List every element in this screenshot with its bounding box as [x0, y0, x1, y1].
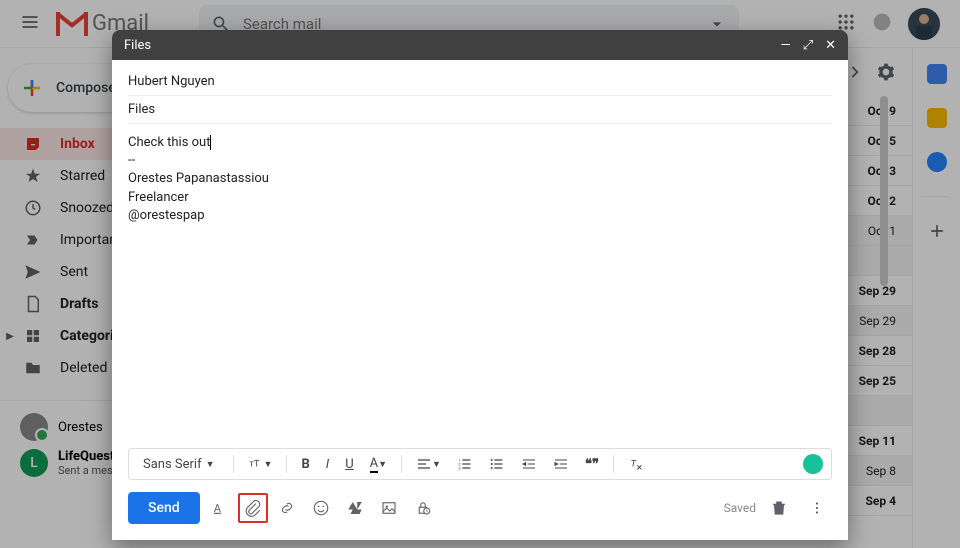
svg-text:тT: тT	[249, 459, 259, 470]
underline-icon[interactable]: U	[339, 453, 359, 476]
expand-icon[interactable]: ⤢	[803, 38, 813, 53]
compose-dialog: Files — ⤢ ✕ Hubert Nguyen Files Check th…	[112, 30, 848, 540]
font-select[interactable]: Sans Serif ▼	[137, 453, 221, 476]
format-toolbar: Sans Serif ▼ тT▼ B I U A▼ ▼ 123 ❝❞ T	[128, 448, 832, 480]
minimize-icon[interactable]: —	[781, 38, 791, 53]
text-color-icon[interactable]: A▼	[364, 452, 393, 477]
svg-text:A: A	[213, 502, 221, 515]
formatting-toggle-icon[interactable]: A	[204, 493, 234, 523]
svg-text:T: T	[631, 459, 637, 470]
bullet-list-icon[interactable]	[483, 452, 511, 476]
svg-text:3: 3	[458, 465, 460, 470]
image-icon[interactable]	[374, 493, 404, 523]
send-button[interactable]: Send	[128, 492, 200, 524]
subject-field[interactable]: Files	[128, 96, 832, 124]
bold-icon[interactable]: B	[295, 453, 315, 476]
dialog-header[interactable]: Files — ⤢ ✕	[112, 30, 848, 60]
confidential-icon[interactable]	[408, 493, 438, 523]
ordered-list-icon[interactable]: 123	[451, 452, 479, 476]
drive-icon[interactable]	[340, 493, 370, 523]
saved-label: Saved	[724, 501, 756, 515]
discard-icon[interactable]	[764, 493, 794, 523]
italic-icon[interactable]: I	[320, 453, 335, 476]
link-icon[interactable]	[272, 493, 302, 523]
close-icon[interactable]: ✕	[825, 38, 836, 53]
grammarly-icon[interactable]	[803, 454, 823, 474]
emoji-icon[interactable]	[306, 493, 336, 523]
align-icon[interactable]: ▼	[410, 452, 447, 476]
more-icon[interactable]	[802, 493, 832, 523]
quote-icon[interactable]: ❝❞	[579, 453, 605, 476]
send-bar: Send A Saved	[128, 484, 832, 532]
attach-icon[interactable]	[238, 493, 268, 523]
indent-more-icon[interactable]	[547, 452, 575, 476]
to-field[interactable]: Hubert Nguyen	[128, 68, 832, 96]
body-field[interactable]: Check this out -- Orestes Papanastassiou…	[128, 124, 832, 448]
font-size-icon[interactable]: тT▼	[242, 452, 279, 476]
clear-format-icon[interactable]: T	[622, 452, 650, 476]
indent-less-icon[interactable]	[515, 452, 543, 476]
dialog-title: Files	[124, 38, 151, 53]
